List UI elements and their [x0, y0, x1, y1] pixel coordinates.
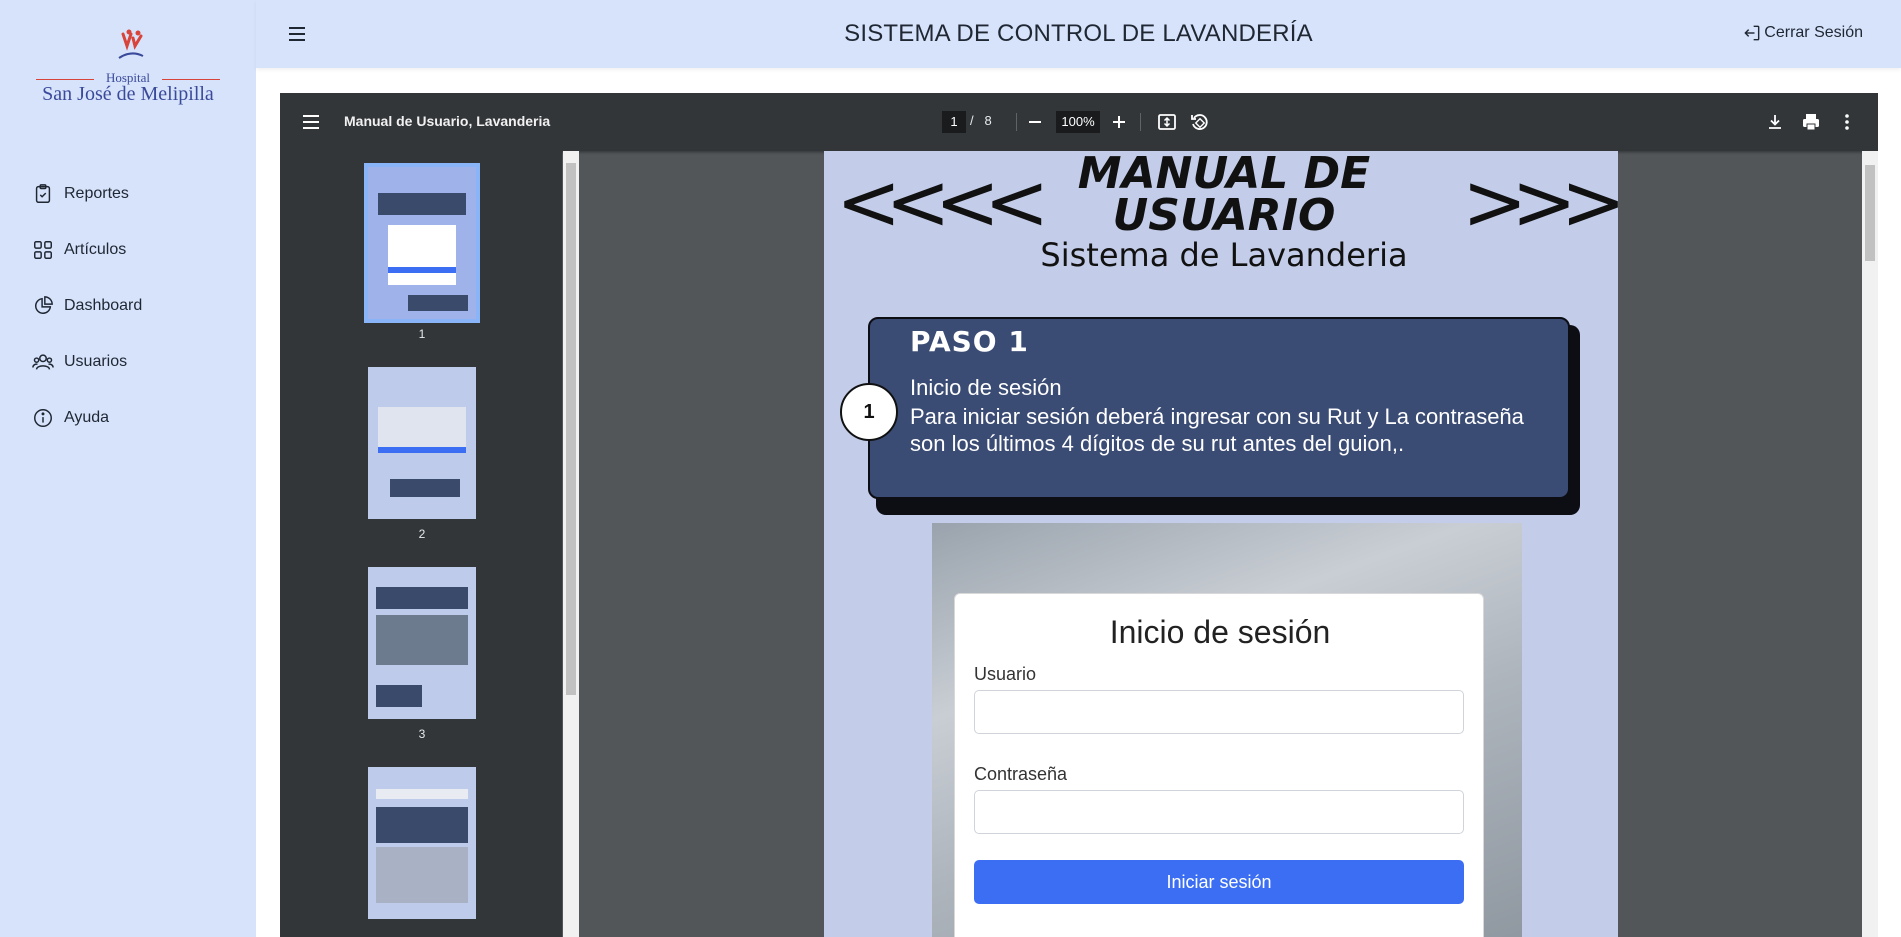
sidebar-item-label: Dashboard	[64, 297, 143, 314]
hospital-logo-icon	[118, 29, 144, 59]
document-scrollbar[interactable]	[1862, 151, 1878, 937]
thumbnail-number: 2	[418, 527, 426, 541]
decorative-arrows-right: >>>>	[1462, 158, 1618, 248]
pdf-document-title: Manual de Usuario, Lavanderia	[344, 113, 551, 129]
step-card: PASO 1 Inicio de sesión Para iniciar ses…	[868, 317, 1570, 499]
step-number-badge: 1	[840, 383, 898, 441]
thumbnail-block	[376, 587, 468, 609]
login-title: Inicio de sesión	[1109, 614, 1331, 650]
thumbnail-block	[408, 295, 468, 311]
thumbnail-page-4[interactable]	[368, 767, 476, 919]
zoom-level-input[interactable]: 100%	[1056, 111, 1100, 133]
sidebar-item-usuarios[interactable]: Usuarios	[32, 334, 232, 390]
thumbnail-page-3[interactable]: 3	[368, 567, 476, 741]
page-count: / 8	[970, 113, 992, 128]
login-screenshot: Inicio de sesión Usuario Contraseña Inic…	[932, 523, 1522, 937]
top-header: SISTEMA DE CONTROL DE LAVANDERÍA Cerrar …	[256, 0, 1901, 68]
scrollbar-thumb[interactable]	[566, 163, 576, 695]
password-field	[974, 790, 1464, 834]
toolbar-divider	[1140, 113, 1141, 131]
more-options-icon[interactable]	[1836, 111, 1858, 133]
rotate-icon[interactable]	[1188, 111, 1210, 133]
thumbnail-number: 3	[418, 727, 426, 741]
zoom-in-icon[interactable]	[1108, 111, 1130, 133]
pdf-toolbar: Manual de Usuario, Lavanderia 1 / 8 100%	[280, 93, 1878, 151]
pdf-page: <<<< >>>> MANUAL DE USUARIO Sistema de L…	[824, 151, 1618, 937]
fit-page-icon[interactable]	[1156, 111, 1178, 133]
thumbnail-block	[388, 267, 456, 273]
thumbnail-scrollbar[interactable]	[563, 151, 579, 937]
thumbnail-block	[376, 685, 422, 707]
sidebar-nav: Reportes Artículos Dashboard Usuarios Ay…	[32, 166, 232, 446]
username-field	[974, 690, 1464, 734]
toolbar-divider	[1016, 113, 1017, 131]
scrollbar-thumb[interactable]	[1865, 165, 1875, 261]
grid-icon	[34, 241, 52, 259]
thumbnail-block	[388, 225, 456, 285]
thumbnail-panel: 1 2 3	[280, 151, 562, 937]
page-separator: /	[970, 113, 974, 128]
thumbnail-page-2[interactable]: 2	[368, 367, 476, 541]
pie-chart-icon	[35, 296, 53, 314]
thumbnail-preview	[368, 767, 476, 919]
thumbnail-block	[376, 807, 468, 843]
thumbnail-block	[390, 479, 460, 497]
logo-hospital-name: San José de Melipilla	[42, 83, 214, 105]
login-card: Inicio de sesión Usuario Contraseña Inic…	[954, 593, 1484, 937]
username-label: Usuario	[974, 664, 1037, 684]
manual-subtitle: Sistema de Lavanderia	[1040, 236, 1408, 274]
sidebar-item-label: Reportes	[64, 185, 129, 202]
step-description: Para iniciar sesión deberá ingresar con …	[910, 404, 1524, 456]
download-icon[interactable]	[1764, 111, 1786, 133]
logout-label: Cerrar Sesión	[1764, 24, 1863, 41]
sidebar-toggle-icon[interactable]	[300, 111, 322, 133]
sidebar-item-label: Artículos	[64, 241, 127, 258]
logo-divider-right	[162, 79, 220, 80]
thumbnail-preview	[368, 367, 476, 519]
print-icon[interactable]	[1800, 111, 1822, 133]
page-title: SISTEMA DE CONTROL DE LAVANDERÍA	[844, 20, 1313, 47]
zoom-out-icon[interactable]	[1024, 111, 1046, 133]
thumbnail-block	[378, 447, 466, 453]
manual-title: MANUAL DE USUARIO	[1077, 151, 1371, 241]
pdf-viewer: Manual de Usuario, Lavanderia 1 / 8 100%	[280, 93, 1878, 937]
logout-button[interactable]: Cerrar Sesión	[1742, 23, 1863, 43]
login-button: Iniciar sesión	[974, 860, 1464, 904]
sidebar-item-articulos[interactable]: Artículos	[32, 222, 232, 278]
sidebar-item-ayuda[interactable]: Ayuda	[32, 390, 232, 446]
thumbnail-number: 1	[418, 327, 426, 341]
clipboard-check-icon	[35, 184, 51, 203]
sidebar-item-dashboard[interactable]: Dashboard	[32, 278, 232, 334]
hospital-logo: Hospital San José de Melipilla	[36, 28, 220, 112]
step-title: Inicio de sesión	[910, 375, 1062, 400]
thumbnail-page-1[interactable]: 1	[364, 163, 480, 341]
total-pages: 8	[984, 113, 992, 128]
sidebar: Hospital San José de Melipilla Reportes …	[0, 0, 256, 937]
step-heading: PASO 1	[910, 325, 1029, 358]
page-number-input[interactable]: 1	[942, 111, 966, 133]
thumbnail-block	[376, 789, 468, 799]
thumbnail-block	[376, 615, 468, 665]
thumbnail-preview	[368, 567, 476, 719]
thumbnail-block	[376, 847, 468, 903]
thumbnail-block	[378, 407, 466, 447]
thumbnail-block	[378, 193, 466, 215]
info-icon	[34, 409, 52, 427]
sidebar-item-reportes[interactable]: Reportes	[32, 166, 232, 222]
thumbnail-preview	[364, 163, 480, 323]
sidebar-item-label: Ayuda	[64, 409, 110, 426]
password-label: Contraseña	[974, 764, 1068, 784]
decorative-arrows-left: <<<<	[836, 158, 1049, 248]
sidebar-item-label: Usuarios	[64, 353, 128, 370]
users-icon	[32, 354, 54, 370]
logout-icon	[1744, 25, 1760, 41]
